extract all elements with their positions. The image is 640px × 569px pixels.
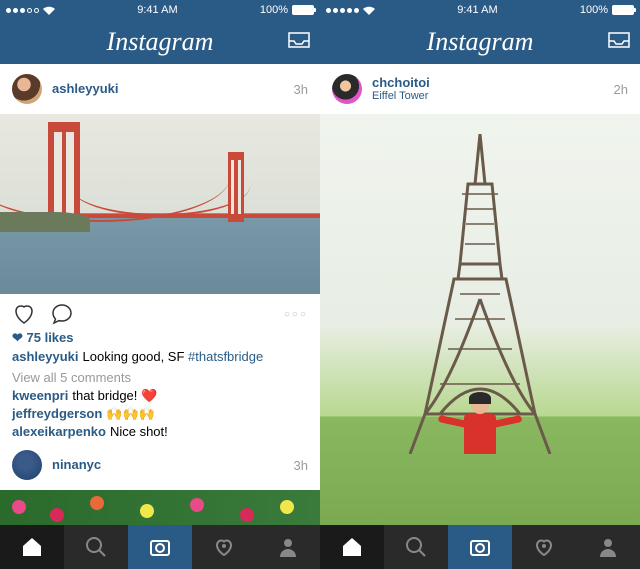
post-image[interactable] <box>320 114 640 525</box>
tab-camera[interactable] <box>448 525 512 569</box>
post-image[interactable] <box>0 490 320 525</box>
post-header[interactable]: ashleyyuki 3h <box>0 64 320 114</box>
activity-icon <box>212 535 236 559</box>
tab-camera[interactable] <box>128 525 192 569</box>
hashtag[interactable]: #thatsfbridge <box>188 349 263 364</box>
tab-bar <box>0 525 320 569</box>
camera-icon <box>148 535 172 559</box>
app-title: Instagram <box>107 27 214 57</box>
inbox-button[interactable] <box>288 32 310 55</box>
tab-search[interactable] <box>384 525 448 569</box>
inbox-icon <box>288 32 310 50</box>
home-icon <box>20 535 44 559</box>
post-actions: ○○○ <box>0 294 320 330</box>
status-bar: 9:41 AM 100% <box>320 0 640 20</box>
camera-icon <box>468 535 492 559</box>
wifi-icon <box>43 6 55 15</box>
view-all-comments[interactable]: View all 5 comments <box>0 368 320 387</box>
comment-row: alexeikarpenkoNice shot! <box>0 423 320 440</box>
search-icon <box>404 535 428 559</box>
battery-percent: 100% <box>260 4 288 16</box>
likes-count[interactable]: ❤ 75 likes <box>0 330 320 346</box>
wifi-icon <box>363 6 375 15</box>
more-button[interactable]: ○○○ <box>284 309 308 320</box>
search-icon <box>84 535 108 559</box>
battery-icon <box>292 5 314 15</box>
comment-row: jeffreydgerson🙌🙌🙌 <box>0 405 320 423</box>
post-header[interactable]: ninanyc 3h <box>0 440 320 490</box>
profile-icon <box>276 535 300 559</box>
nav-bar: Instagram <box>0 20 320 64</box>
nav-bar: Instagram <box>320 20 640 64</box>
comment-button[interactable] <box>50 302 74 326</box>
post-image[interactable] <box>0 114 320 294</box>
tab-home[interactable] <box>320 525 384 569</box>
signal-dots-icon <box>6 8 39 13</box>
profile-icon <box>596 535 620 559</box>
tab-home[interactable] <box>0 525 64 569</box>
status-bar: 9:41 AM 100% <box>0 0 320 20</box>
username[interactable]: ninanyc <box>52 457 294 473</box>
tab-activity[interactable] <box>192 525 256 569</box>
like-button[interactable] <box>12 302 36 326</box>
status-time: 9:41 AM <box>137 4 177 16</box>
activity-icon <box>532 535 556 559</box>
app-title: Instagram <box>427 27 534 57</box>
tab-bar <box>320 525 640 569</box>
inbox-icon <box>608 32 630 50</box>
phone-left: 9:41 AM 100% Instagram ashleyyuki 3h <box>0 0 320 569</box>
post-caption: ashleyyukiLooking good, SF #thatsfbridge <box>0 346 320 368</box>
inbox-button[interactable] <box>608 32 630 55</box>
tab-search[interactable] <box>64 525 128 569</box>
avatar[interactable] <box>332 74 362 104</box>
post-header[interactable]: chchoitoi Eiffel Tower 2h <box>320 64 640 114</box>
feed[interactable]: chchoitoi Eiffel Tower 2h <box>320 64 640 525</box>
tab-profile[interactable] <box>576 525 640 569</box>
username[interactable]: ashleyyuki <box>52 81 294 97</box>
home-icon <box>340 535 364 559</box>
status-time: 9:41 AM <box>457 4 497 16</box>
feed[interactable]: ashleyyuki 3h ○○○ ❤ 75 likes ashleyyukiL… <box>0 64 320 525</box>
phone-right: 9:41 AM 100% Instagram chchoitoi Eiffel … <box>320 0 640 569</box>
comment-row: kweenprithat bridge! ❤️ <box>0 387 320 405</box>
username[interactable]: chchoitoi <box>372 75 614 91</box>
signal-dots-icon <box>326 8 359 13</box>
post-timestamp: 2h <box>614 82 628 97</box>
tab-profile[interactable] <box>256 525 320 569</box>
location[interactable]: Eiffel Tower <box>372 90 614 103</box>
avatar[interactable] <box>12 74 42 104</box>
battery-icon <box>612 5 634 15</box>
post-timestamp: 3h <box>294 82 308 97</box>
avatar[interactable] <box>12 450 42 480</box>
caption-username[interactable]: ashleyyuki <box>12 349 79 364</box>
battery-percent: 100% <box>580 4 608 16</box>
post-timestamp: 3h <box>294 458 308 473</box>
tab-activity[interactable] <box>512 525 576 569</box>
